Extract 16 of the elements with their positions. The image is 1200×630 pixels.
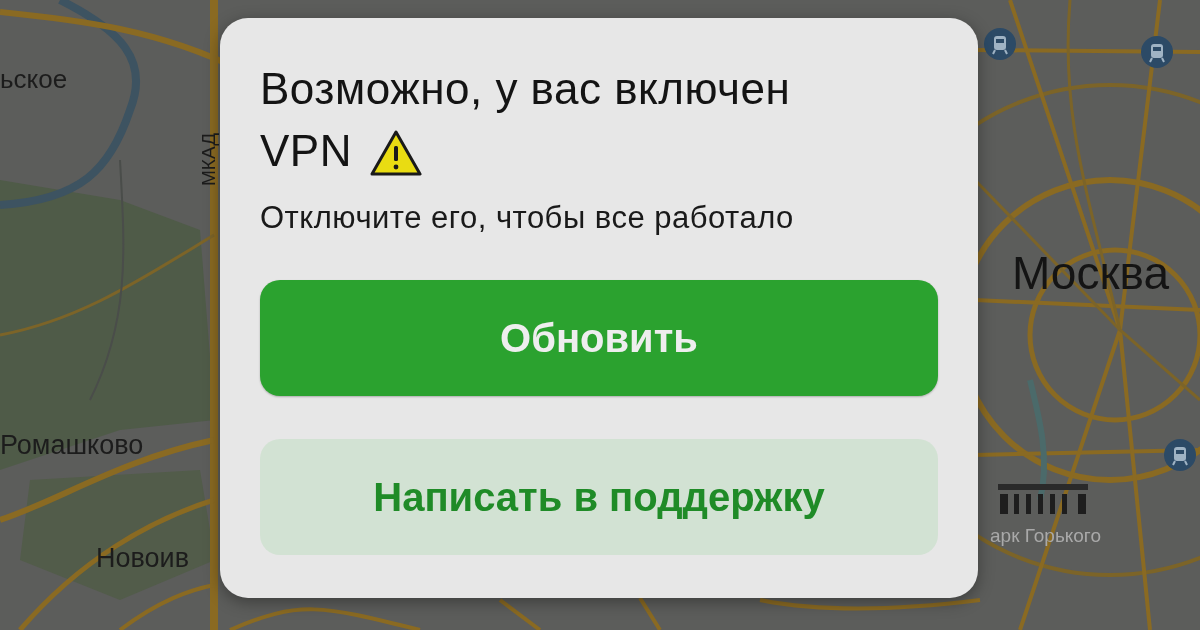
dialog-title: Возможно, у вас включен [260,63,791,115]
transit-stop-icon [984,28,1016,60]
map-label: арк Горького [990,526,1101,545]
map-label: Новоив [96,545,189,572]
map-label: МКАД [199,132,218,186]
dialog-message: Отключите его, чтобы все работало [260,200,795,236]
refresh-button[interactable]: Обновить [260,280,938,396]
dialog-title: VPN [260,125,352,177]
map-label: ьское [0,66,68,92]
support-button[interactable]: Написать в поддержку [260,439,938,555]
transit-stop-icon [1164,439,1196,471]
map-label: Ромашково [0,432,144,459]
warning-icon [370,130,422,176]
map-label: Москва [1012,250,1170,296]
transit-stop-icon [1141,36,1173,68]
colonnade-icon [998,484,1088,516]
